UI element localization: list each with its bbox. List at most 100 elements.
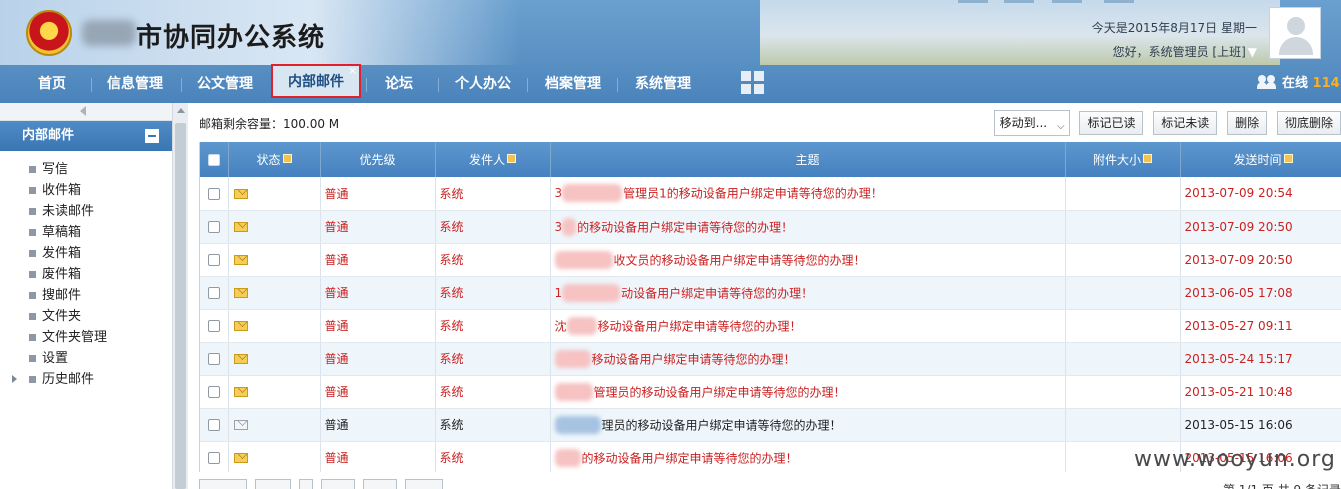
user-avatar-icon[interactable] [1269,7,1321,59]
select-all-cell[interactable] [200,142,229,177]
sidebar-item-search-mail[interactable]: 搜邮件 [0,285,172,306]
nav-document-management[interactable]: 公文管理 [190,65,260,103]
sidebar-scrollbar[interactable] [172,103,188,489]
subject-link[interactable]: 收文员的移动设备用户绑定申请等待您的办理！ [614,253,866,267]
column-attachment-label[interactable]: 附件大小 [1093,153,1141,167]
row-checkbox[interactable] [207,221,220,233]
nav-archive-management[interactable]: 档案管理 [538,65,608,103]
column-sender-label[interactable]: 发件人 [469,153,505,167]
row-checkbox[interactable] [207,320,220,332]
row-checkbox-cell[interactable] [200,276,229,310]
row-checkbox-cell[interactable] [200,309,229,343]
table-row[interactable]: 普通 系统 收文员的移动设备用户绑定申请等待您的办理！ 2013-07-09 20:5… [200,243,1341,277]
window-control[interactable] [1104,0,1134,3]
nav-system-management[interactable]: 系统管理 [628,65,698,103]
row-checkbox[interactable] [207,419,220,431]
next-page-button[interactable] [321,479,355,489]
sidebar-item-label[interactable]: 写信 [42,162,68,177]
mark-unread-button[interactable]: 标记未读 [1153,111,1218,135]
sidebar-toggle-bar[interactable] [0,103,172,121]
row-checkbox-cell[interactable] [200,408,229,442]
subject-cell[interactable]: 3 管理员1的移动设备用户绑定申请等待您的办理！ [550,177,1066,211]
delete-button[interactable]: 删除 [1227,111,1268,135]
subject-cell[interactable]: 理员的移动设备用户绑定申请等待您的办理！ [550,408,1066,442]
sidebar-item-label[interactable]: 设置 [42,351,68,366]
chevron-down-icon[interactable]: ⌵ [1057,115,1065,139]
table-row[interactable]: 普通 系统 1 动设备用户绑定申请等待您的办理！ 2013-06-05 17:08 [200,276,1341,310]
sidebar-item-trash[interactable]: 废件箱 [0,264,172,285]
sidebar-item-settings[interactable]: 设置 [0,348,172,369]
select-all-checkbox[interactable] [207,154,220,166]
sidebar-item-label[interactable]: 搜邮件 [42,288,81,303]
row-checkbox-cell[interactable] [200,210,229,244]
row-checkbox[interactable] [207,353,220,365]
column-sender[interactable]: 发件人 [435,142,551,177]
subject-link[interactable]: 移动设备用户绑定申请等待您的办理！ [598,319,802,333]
subject-prefix[interactable]: 沈 [555,319,567,333]
nav-forum[interactable]: 论坛 [376,65,422,103]
move-to-select[interactable]: 移动到... ⌵ [993,110,1070,139]
subject-link[interactable]: 管理员1的移动设备用户绑定申请等待您的办理！ [623,187,883,201]
purge-button[interactable]: 彻底删除 [1276,111,1341,135]
subject-prefix[interactable]: 3 [555,186,563,200]
online-users[interactable]: 在线 114 [1256,65,1340,103]
subject-link[interactable]: 理员的移动设备用户绑定申请等待您的办理！ [602,418,842,432]
sidebar-item-compose[interactable]: 写信 [0,159,172,180]
row-checkbox[interactable] [207,287,220,299]
window-control[interactable] [1004,0,1034,3]
pager-input[interactable] [199,479,247,489]
row-checkbox-cell[interactable] [200,375,229,409]
sort-icon[interactable] [1283,154,1293,163]
row-checkbox[interactable] [207,386,220,398]
row-checkbox[interactable] [207,187,220,200]
nav-personal-office[interactable]: 个人办公 [448,65,518,103]
greeting-text[interactable]: 您好，系统管理员 [上班] [1113,45,1246,59]
mark-read-button[interactable]: 标记已读 [1079,111,1144,135]
sidebar-item-label[interactable]: 文件夹 [42,309,81,324]
sort-icon[interactable] [282,154,292,163]
collapse-icon[interactable] [145,129,159,143]
table-row[interactable]: 普通 系统 理员的移动设备用户绑定申请等待您的办理！ 2013-05-15 16:06 [200,408,1341,442]
move-to-value[interactable]: 移动到... [1000,116,1047,130]
row-checkbox-cell[interactable] [200,243,229,277]
column-status[interactable]: 状态 [228,142,321,177]
sidebar-item-unread[interactable]: 未读邮件 [0,201,172,222]
subject-cell[interactable]: 3 的移动设备用户绑定申请等待您的办理！ [550,210,1066,244]
nav-info-management[interactable]: 信息管理 [100,65,170,103]
sidebar-item-sent[interactable]: 发件箱 [0,243,172,264]
sort-icon[interactable] [1143,154,1152,163]
nav-home[interactable]: 首页 [26,65,78,103]
prev-page-button[interactable] [299,479,313,489]
table-row[interactable]: 普通 系统 3 的移动设备用户绑定申请等待您的办理！ 2013-07-09 20:50 [200,210,1341,244]
table-row[interactable]: 普通 系统 移动设备用户绑定申请等待您的办理！ 2013-05-24 15:17 [200,342,1341,376]
row-checkbox-cell[interactable] [200,441,229,472]
sidebar-item-drafts[interactable]: 草稿箱 [0,222,172,243]
sidebar-item-label[interactable]: 历史邮件 [42,372,94,387]
apps-grid-icon[interactable] [741,71,765,95]
subject-prefix[interactable]: 1 [555,286,563,300]
row-checkbox[interactable] [207,254,220,266]
table-row[interactable]: 普通 系统沈 移动设备用户绑定申请等待您的办理！ 2013-05-27 09:11 [200,309,1341,343]
subject-prefix[interactable]: 3 [555,220,563,234]
nav-internal-mail-label[interactable]: 内部邮件 [273,66,359,98]
go-button[interactable] [405,479,443,489]
subject-link[interactable]: 动设备用户绑定申请等待您的办理！ [621,286,813,300]
subject-cell[interactable]: 收文员的移动设备用户绑定申请等待您的办理！ [550,243,1066,277]
subject-cell[interactable]: 管理员的移动设备用户绑定申请等待您的办理！ [550,375,1066,409]
subject-cell[interactable]: 移动设备用户绑定申请等待您的办理！ [550,342,1066,376]
sidebar-item-label[interactable]: 文件夹管理 [42,330,107,345]
row-checkbox[interactable] [207,452,220,464]
column-attachment-size[interactable]: 附件大小 [1065,142,1181,177]
collapse-left-icon[interactable] [80,106,86,116]
subject-link[interactable]: 移动设备用户绑定申请等待您的办理！ [592,352,796,366]
greeting-line[interactable]: 您好，系统管理员 [上班] ▼ [1092,40,1257,64]
table-row[interactable]: 普通 系统 管理员的移动设备用户绑定申请等待您的办理！ 2013-05-21 10:4… [200,375,1341,409]
sidebar-item-label[interactable]: 废件箱 [42,267,81,282]
sort-icon[interactable] [507,154,516,163]
close-icon[interactable]: × [348,65,357,77]
column-sent-time[interactable]: 发送时间 [1180,142,1341,177]
subject-link[interactable]: 管理员的移动设备用户绑定申请等待您的办理！ [594,385,846,399]
scrollbar-thumb[interactable] [175,123,186,489]
first-page-button[interactable] [255,479,291,489]
sidebar-item-label[interactable]: 未读邮件 [42,204,94,219]
